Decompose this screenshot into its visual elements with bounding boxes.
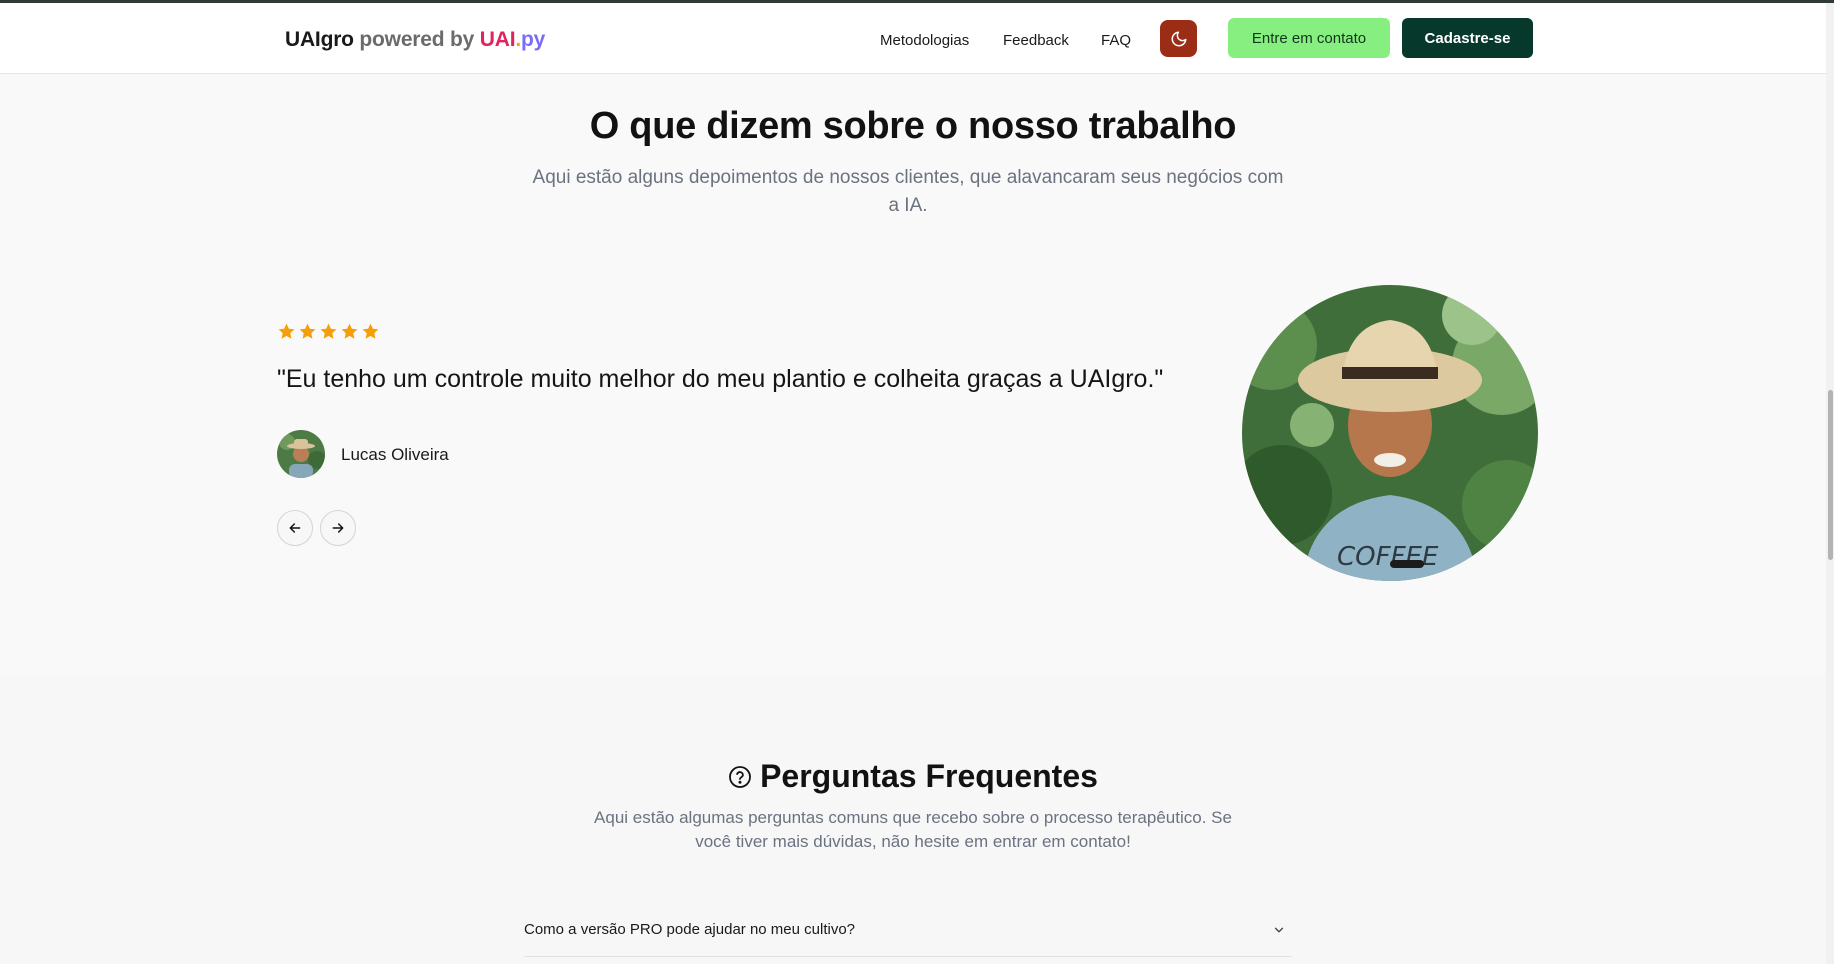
brand-uai: UAI — [479, 28, 516, 51]
rating-stars — [277, 322, 380, 341]
author-avatar — [277, 430, 325, 478]
brand-powered: powered by — [353, 28, 480, 51]
star-icon — [320, 323, 337, 339]
brand-main: UAIgro — [285, 28, 354, 51]
site-header: UAIgro powered by UAI.py Metodologias Fe… — [0, 3, 1826, 74]
star-icon — [341, 323, 358, 339]
star-icon — [278, 323, 295, 339]
carousel-indicator[interactable] — [1390, 560, 1424, 568]
star-icon — [362, 323, 379, 339]
testimonials-subtitle: Aqui estão alguns depoimentos de nossos … — [532, 167, 1284, 216]
prev-testimonial-button[interactable] — [277, 510, 313, 546]
moon-icon — [1171, 31, 1186, 46]
chevron-down-icon — [1274, 927, 1284, 933]
nav-metodologias[interactable]: Metodologias — [880, 32, 969, 49]
author-name: Lucas Oliveira — [341, 445, 449, 464]
faq-subtitle: Aqui estão algumas perguntas comuns que … — [594, 808, 1232, 851]
testimonial-photo: COFFEE — [1242, 285, 1538, 581]
next-testimonial-button[interactable] — [320, 510, 356, 546]
testimonial-quote: "Eu tenho um controle muito melhor do me… — [277, 365, 1164, 393]
help-circle-icon — [729, 765, 751, 788]
arrow-right-icon — [332, 523, 344, 533]
brand-py: py — [520, 28, 546, 51]
arrow-left-icon — [289, 523, 301, 533]
svg-text:COFFEE: COFFEE — [1337, 542, 1439, 572]
faq-title: Perguntas Frequentes — [760, 758, 1098, 794]
brand-logo[interactable]: UAIgro powered by UAI.py — [285, 28, 545, 52]
nav-faq[interactable]: FAQ — [1101, 32, 1131, 49]
signup-button[interactable]: Cadastre-se — [1402, 18, 1533, 58]
faq-question: Como a versão PRO pode ajudar no meu cul… — [524, 921, 856, 938]
nav-feedback[interactable]: Feedback — [1003, 32, 1069, 49]
scrollbar-thumb[interactable] — [1828, 390, 1833, 560]
contact-button[interactable]: Entre em contato — [1228, 18, 1390, 58]
star-icon — [299, 323, 316, 339]
theme-toggle-button[interactable] — [1160, 20, 1197, 57]
faq-item[interactable]: Como a versão PRO pode ajudar no meu cul… — [524, 915, 1292, 957]
faq-title-row: Perguntas Frequentes — [0, 758, 1826, 795]
testimonials-title: O que dizem sobre o nosso trabalho — [589, 105, 1237, 147]
